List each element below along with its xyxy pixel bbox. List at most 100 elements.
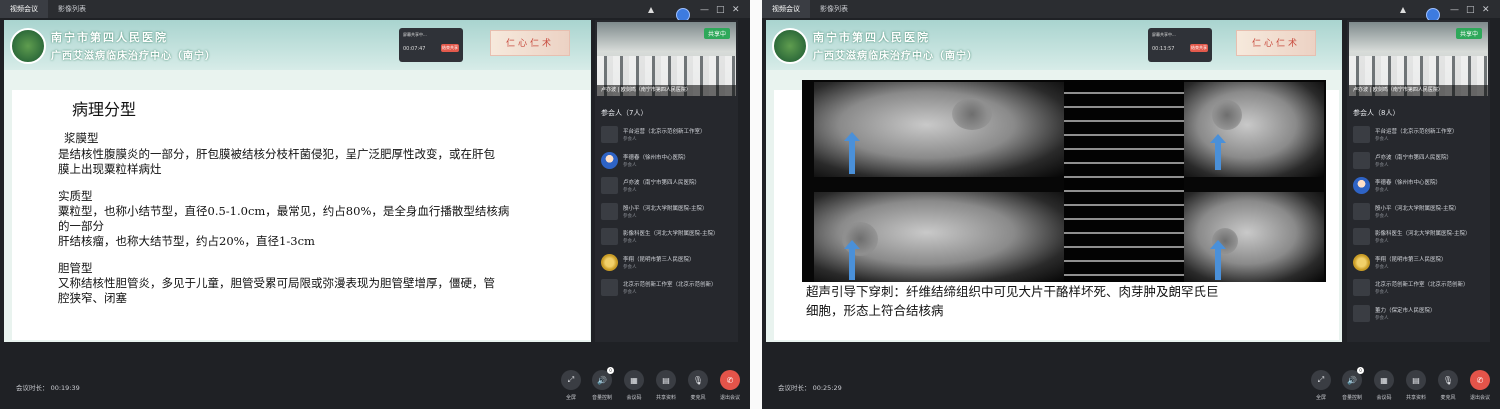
arrow-up-icon <box>1210 134 1226 170</box>
participant-role: 参会人 <box>1375 239 1389 244</box>
participant-name: 影像科医生（河北大学附属医院-主院） <box>1375 231 1471 237</box>
popup-timer: 00:13:57 <box>1152 46 1175 52</box>
screenshot-pair: 视频会议 影像列表 — □ ✕ 南宁市第四人民医院 广西艾滋病临床治疗中心（南宁… <box>0 0 1500 409</box>
video-caption: 卢亦波 | 欧剑鸣（南宁市第四人民医院） <box>597 85 736 96</box>
presenter-video[interactable]: 共享中 卢亦波 | 欧剑鸣（南宁市第四人民医院） <box>597 22 736 96</box>
ct-overlay-pattern <box>1064 80 1184 282</box>
share-docs-button[interactable]: ▤ 共享资料 <box>1403 370 1429 401</box>
calligraphy-banner: 仁心仁术 <box>1236 30 1316 56</box>
sharing-badge: 共享中 <box>703 28 730 39</box>
participant-item[interactable]: 北京示范创新工作室（北京示范创新） 参会人 <box>1353 277 1485 303</box>
participant-name: 殷小平（河北大学附属医院-主院） <box>623 205 708 212</box>
close-button[interactable]: ✕ <box>732 5 740 15</box>
participant-role: 参会人 <box>623 213 637 219</box>
meeting-duration: 会议时长： 00:19:39 <box>16 384 80 392</box>
participant-role: 参会人 <box>623 239 637 244</box>
minimize-button[interactable]: — <box>1450 5 1459 15</box>
participant-role: 参会人 <box>1375 315 1389 321</box>
participant-item[interactable]: 影像科医生（河北大学附属医院-主院） 参会人 <box>1353 226 1485 252</box>
participant-name: 李翔（昆明市第三人民医院） <box>1375 256 1447 263</box>
participant-name: 北京示范创新工作室（北京示范创新） <box>623 282 717 288</box>
hospital-name: 南宁市第四人民医院 <box>51 31 168 44</box>
participant-item[interactable]: 平台运营（北京示范创新工作室） 参会人 <box>601 124 733 150</box>
avatar <box>601 177 618 194</box>
tab-image-list[interactable]: 影像列表 <box>810 0 858 18</box>
stop-sharing-button[interactable]: 结束共享 <box>441 44 459 52</box>
maximize-button[interactable]: □ <box>1466 5 1475 15</box>
participant-item[interactable]: 李德春（徐州市中心医院） 参会人 <box>1353 175 1485 201</box>
participant-name: 卢亦波（南宁市第四人民医院） <box>1375 154 1453 161</box>
slide-text-line: 粟粒型，也称小结节型，直径0.5-1.0cm，最常见，约占80%，是全身血行播散… <box>58 204 510 218</box>
slide-text-line: 实质型 <box>58 189 93 203</box>
maximize-button[interactable]: □ <box>716 5 725 15</box>
stop-sharing-button[interactable]: 结束共享 <box>1190 44 1208 52</box>
volume-glyph: 🔊 <box>1347 375 1357 385</box>
participant-name: 李德春（徐州市中心医院） <box>623 154 690 161</box>
participant-role: 参会人 <box>623 162 637 168</box>
caption-line: 超声引导下穿刺：纤维结缔组织中可见大片干酪样坏死、肉芽肿及朗罕氏巨 <box>806 284 1219 299</box>
ct-scan-image <box>1184 192 1324 282</box>
avatar <box>1353 151 1370 169</box>
control-label: 退出会议 <box>1469 395 1490 401</box>
participant-role: 参会人 <box>1375 137 1389 142</box>
participant-item[interactable]: 李德春（徐州市中心医院） 参会人 <box>601 150 733 176</box>
participant-item[interactable]: 殷小平（河北大学附属医院-主院） 参会人 <box>601 201 733 227</box>
close-button[interactable]: ✕ <box>1482 5 1490 15</box>
tab-image-list[interactable]: 影像列表 <box>48 0 96 18</box>
tab-video-meeting[interactable]: 视频会议 <box>762 0 810 18</box>
fullscreen-icon: ⤢ <box>561 370 581 390</box>
fullscreen-icon: ⤢ <box>1311 370 1331 390</box>
avatar <box>601 202 618 220</box>
hospital-subtitle: 广西艾滋病临床治疗中心（南宁） <box>51 51 216 62</box>
participant-item[interactable]: 殷小平（河北大学附属医院-主院） 参会人 <box>1353 201 1485 227</box>
participant-item[interactable]: 平台运营（北京示范创新工作室） 参会人 <box>1353 124 1485 150</box>
top-tab-bar: 视频会议 影像列表 <box>0 0 750 18</box>
volume-button[interactable]: 🔊 0 音量控制 <box>1339 367 1365 401</box>
popup-title: 屏幕共享中... <box>403 32 427 37</box>
popup-title: 屏幕共享中... <box>1152 32 1176 37</box>
participant-item[interactable]: 董力（保定市人民医院） 参会人 <box>1353 303 1485 329</box>
participant-name: 影像科医生（河北大学附属医院-主院） <box>623 231 719 237</box>
participant-role: 参会人 <box>623 137 637 142</box>
microphone-icon: 🎙 <box>688 370 708 390</box>
leave-meeting-button[interactable]: ✆ 退出会议 <box>1467 370 1493 401</box>
participant-item[interactable]: 李翔（昆明市第三人民医院） 参会人 <box>601 252 733 278</box>
avatar <box>601 126 618 143</box>
avatar <box>1353 304 1370 322</box>
participant-item[interactable]: 李翔（昆明市第三人民医院） 参会人 <box>1353 252 1485 278</box>
participant-item[interactable]: 影像科医生（河北大学附属医院-主院） 参会人 <box>601 226 733 252</box>
document-icon: ▤ <box>656 370 676 390</box>
presenter-video[interactable]: 共享中 卢亦波 | 欧剑鸣（南宁市第四人民医院） <box>1349 22 1488 96</box>
lesion-marker <box>842 222 878 256</box>
avatar <box>1353 202 1370 220</box>
qrcode-button[interactable]: ▦ 会议码 <box>621 370 647 401</box>
participant-item[interactable]: 卢亦波（南宁市第四人民医院） 参会人 <box>601 175 733 201</box>
participant-name: 殷小平（河北大学附属医院-主院） <box>1375 205 1460 212</box>
participant-role: 参会人 <box>1375 188 1389 193</box>
participant-name: 李翔（昆明市第三人民医院） <box>623 256 695 263</box>
microphone-button[interactable]: 🎙 麦克风 <box>1435 370 1461 401</box>
minimize-button[interactable]: — <box>700 5 709 15</box>
slide-title: 病理分型 <box>72 100 137 119</box>
arrow-up-icon <box>1210 240 1226 280</box>
slide-text-line: 胆管型 <box>58 261 93 275</box>
tab-video-meeting[interactable]: 视频会议 <box>0 0 48 18</box>
divider <box>750 0 762 409</box>
hospital-logo-icon <box>10 28 46 64</box>
qrcode-button[interactable]: ▦ 会议码 <box>1371 370 1397 401</box>
qrcode-icon: ▦ <box>1374 370 1394 390</box>
volume-badge: 0 <box>607 367 614 374</box>
fullscreen-button[interactable]: ⤢ 全屏 <box>558 370 584 401</box>
participant-item[interactable]: 卢亦波（南宁市第四人民医院） 参会人 <box>1353 150 1485 176</box>
fullscreen-button[interactable]: ⤢ 全屏 <box>1308 370 1334 401</box>
share-docs-button[interactable]: ▤ 共享资料 <box>653 370 679 401</box>
participant-item[interactable]: 北京示范创新工作室（北京示范创新） 参会人 <box>601 277 733 303</box>
avatar <box>1353 177 1370 194</box>
slide-header: 南宁市第四人民医院 广西艾滋病临床治疗中心（南宁） 屏幕共享中... 00:07… <box>4 20 591 70</box>
ct-image-panel <box>802 80 1326 282</box>
leave-meeting-button[interactable]: ✆ 退出会议 <box>717 370 743 401</box>
top-tab-bar: 视频会议 影像列表 <box>762 0 1500 18</box>
volume-button[interactable]: 🔊 0 音量控制 <box>589 367 615 401</box>
volume-badge: 0 <box>1357 367 1364 374</box>
microphone-button[interactable]: 🎙 麦克风 <box>685 370 711 401</box>
